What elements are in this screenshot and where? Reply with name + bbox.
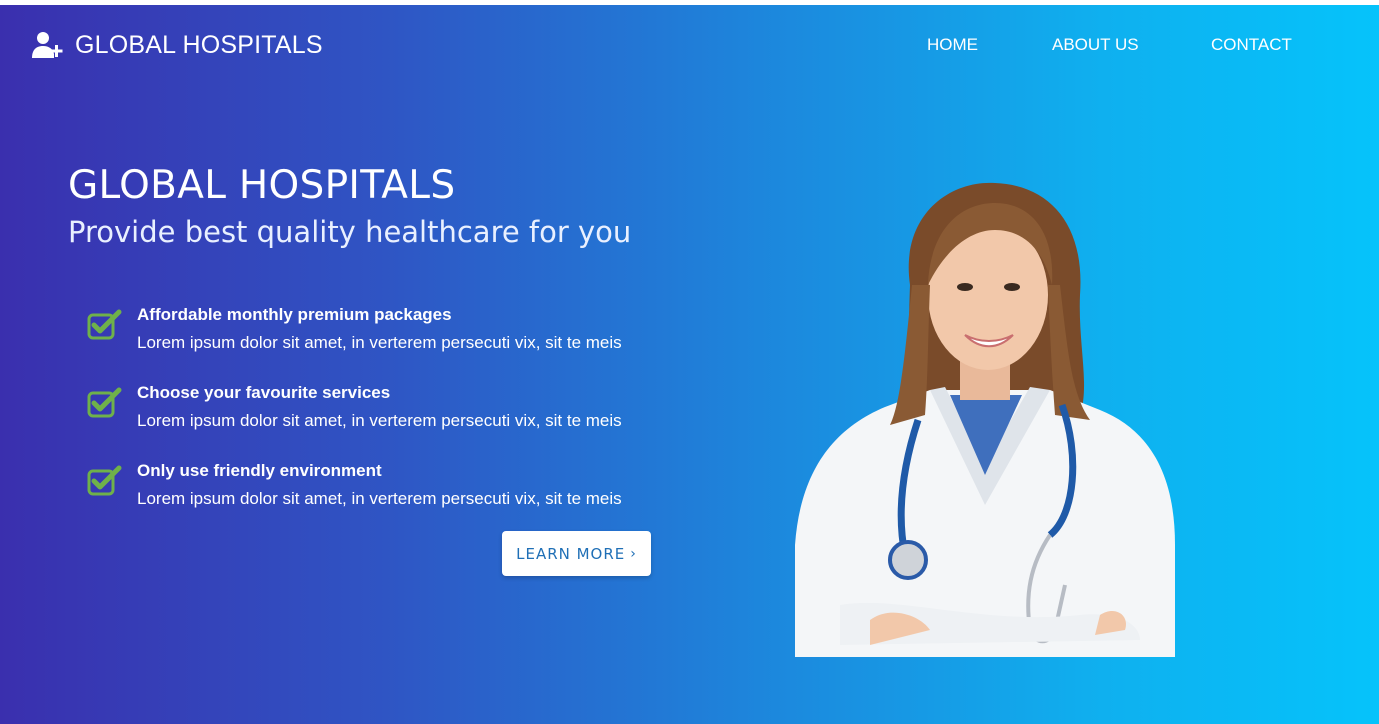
learn-more-label: LEARN MORE [516, 544, 626, 563]
nav-contact-link[interactable]: CONTACT [1211, 35, 1292, 55]
chevron-right-icon: › [630, 545, 637, 562]
hero-subtitle: Provide best quality healthcare for you [68, 215, 632, 249]
main-nav: HOME ABOUT US CONTACT [0, 35, 1379, 65]
hero-title: GLOBAL HOSPITALS [68, 163, 456, 208]
feature-item: Only use friendly environment Lorem ipsu… [86, 461, 686, 525]
feature-description: Lorem ipsum dolor sit amet, in verterem … [137, 333, 622, 352]
nav-home-link[interactable]: HOME [927, 35, 978, 55]
nav-about-link[interactable]: ABOUT US [1052, 35, 1139, 55]
feature-title: Affordable monthly premium packages [137, 305, 452, 324]
hero-section: GLOBAL HOSPITALS HOME ABOUT US CONTACT G… [0, 5, 1379, 724]
feature-description: Lorem ipsum dolor sit amet, in verterem … [137, 489, 622, 508]
feature-title: Choose your favourite services [137, 383, 391, 402]
feature-title: Only use friendly environment [137, 461, 382, 480]
feature-item: Choose your favourite services Lorem ips… [86, 383, 686, 447]
check-square-icon [87, 309, 122, 340]
feature-description: Lorem ipsum dolor sit amet, in verterem … [137, 411, 622, 430]
check-square-icon [87, 387, 122, 418]
check-square-icon [87, 465, 122, 496]
feature-item: Affordable monthly premium packages Lore… [86, 305, 686, 369]
learn-more-button[interactable]: LEARN MORE › [502, 531, 651, 576]
doctor-image [795, 182, 1175, 657]
